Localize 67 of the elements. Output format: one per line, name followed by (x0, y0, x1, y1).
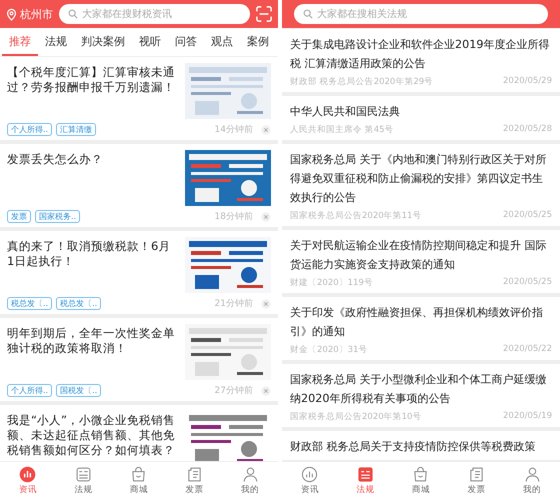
category-tab[interactable]: 法规 (38, 28, 74, 56)
nav-tab[interactable]: 法规 (74, 466, 92, 496)
publish-date: 2020/05/28 (503, 124, 552, 136)
tag[interactable]: 个人所得.. (7, 384, 52, 397)
publish-date: 2020/05/22 (503, 344, 552, 356)
document-number: 国家税务总局公告2020年第10号 (290, 411, 422, 423)
search-field[interactable]: 大家都在搜财税资讯 (59, 4, 250, 24)
regulation-item[interactable]: 关于对民航运输企业在疫情防控期间稳定和提升 国际货运能力实施资金支持政策的通知 财建〔2020〕119号 2020/05/25 (282, 230, 560, 293)
post-time: 27分钟前 (214, 384, 253, 397)
nav-tab[interactable]: 发票 (468, 466, 486, 496)
regulation-title: 关于对民航运输企业在疫情防控期间稳定和提升 国际货运能力实施资金支持政策的通知 (290, 238, 548, 273)
regulation-item[interactable]: 国家税务总局 关于《内地和澳门特别行政区关于对所得避免双重征税和防止偷漏税的安排》第四议定书生效执行的公告 国家税务总局公告2020年第11号 2020/05/25 (282, 144, 560, 226)
publish-date: 2020/05/25 (503, 210, 552, 222)
regulation-title: 关于集成电路设计企业和软件企业2019年度企业所得税 汇算清缴适用政策的公告 (290, 37, 550, 72)
category-tab[interactable]: 判决案例 (74, 28, 132, 56)
post-time: 18分钟前 (214, 210, 253, 223)
document-number: 财金〔2020〕31号 (290, 344, 368, 356)
regulation-title: 中华人民共和国民法典 (290, 104, 401, 120)
post-time: 21分钟前 (214, 298, 253, 310)
news-card[interactable]: 【个税年度汇算】汇算审核未通过？劳务报酬申报千万别遗漏！ 个人所得.. 汇算清缴 14分钟前 (0, 57, 278, 140)
publish-date: 2020/05/25 (503, 277, 552, 289)
regulation-item[interactable]: 关于集成电路设计企业和软件企业2019年度企业所得税 汇算清缴适用政策的公告 财政部 税务总局公告2020年第29号 2020/05/29 (282, 29, 560, 92)
regulation-title: 国家税务总局 关于《内地和澳门特别行政区关于对所得避免双重征税和防止偷漏税的安排》第四议定书生效执行的公告 (290, 152, 548, 206)
news-title: 发票丢失怎么办？ (7, 151, 104, 167)
news-card[interactable]: 明年到期后，全年一次性奖金单独计税的政策将取消！ 个人所得.. 国税发〔.. 27分钟前 (0, 318, 278, 401)
tag[interactable]: 税总发〔.. (56, 297, 102, 310)
nav-tab[interactable]: 资讯 (18, 466, 37, 496)
tag[interactable]: 个人所得.. (7, 123, 52, 136)
regulation-item[interactable]: 国家税务总局 关于小型微利企业和个体工商户延缓缴纳2020年所得税有关事项的公告 国家税务总局公告2020年第10号 2020/05/19 (282, 364, 560, 427)
news-title: 明年到期后，全年一次性奖金单独计税的政策将取消！ (7, 325, 176, 356)
nav-tab[interactable]: 我的 (241, 466, 260, 496)
news-card[interactable]: 发票丢失怎么办？ 发票 国家税务.. 18分钟前 (0, 144, 278, 227)
nav-tab[interactable]: 法规 (356, 466, 374, 496)
document-number: 人民共和国主席令 第45号 (290, 124, 394, 136)
news-title: 【个税年度汇算】汇算审核未通过？劳务报酬申报千万别遗漏！ (7, 64, 176, 95)
location-button[interactable]: 杭州市 (6, 6, 53, 22)
nav-tab[interactable]: 资讯 (300, 466, 319, 496)
category-tab[interactable]: 案例 (240, 28, 276, 56)
tag[interactable]: 发票 (7, 210, 31, 223)
tag[interactable]: 国税发〔.. (56, 384, 102, 397)
category-tab[interactable]: 问答 (168, 28, 204, 56)
regulation-title: 关于印发《政府性融资担保、再担保机构绩效评价指引》的通知 (290, 305, 544, 340)
tag[interactable]: 税总发〔.. (7, 297, 52, 310)
publish-date: 2020/05/29 (503, 76, 552, 88)
nav-tab[interactable]: 商城 (412, 466, 430, 496)
document-number: 财建〔2020〕119号 (290, 277, 373, 289)
regulation-item[interactable]: 关于印发《政府性融资担保、再担保机构绩效评价指引》的通知 财金〔2020〕31号 2020/05/22 (282, 297, 560, 360)
news-card[interactable]: 真的来了！取消预缴税款！6月1日起执行！ 税总发〔.. 税总发〔.. 21分钟前 (0, 231, 278, 314)
nav-tab[interactable]: 我的 (523, 466, 542, 496)
regulation-item[interactable]: 中华人民共和国民法典 人民共和国主席令 第45号 2020/05/28 (282, 96, 560, 140)
news-title: 我是“小人”，小微企业免税销售额、未达起征点销售额、其他免税销售额如何区分？如何填表？ (7, 412, 176, 458)
news-title: 真的来了！取消预缴税款！6月1日起执行！ (7, 238, 172, 269)
tag[interactable]: 汇算清缴 (56, 123, 96, 136)
document-number: 财政部 税务总局公告2020年第29号 (290, 76, 434, 88)
category-tab[interactable]: 观点 (204, 28, 240, 56)
nav-tab[interactable]: 商城 (130, 466, 148, 496)
post-time: 14分钟前 (214, 124, 253, 136)
tag[interactable]: 国家税务.. (35, 210, 80, 223)
regulation-item[interactable]: 财政部 税务总局关于支持疫情防控保供等税费政策 (282, 431, 560, 460)
document-number: 国家税务总局公告2020年第11号 (290, 210, 422, 222)
search-field[interactable]: 大家都在搜相关法规 (294, 4, 548, 24)
nav-tab[interactable]: 发票 (186, 466, 204, 496)
publish-date: 2020/05/19 (503, 411, 552, 423)
category-tab[interactable]: 视听 (132, 28, 168, 56)
regulation-title: 财政部 税务总局关于支持疫情防控保供等税费政策 (290, 439, 537, 455)
regulation-title: 国家税务总局 关于小型微利企业和个体工商户延缓缴纳2020年所得税有关事项的公告 (290, 372, 548, 407)
news-card[interactable]: 我是“小人”，小微企业免税销售额、未达起征点销售额、其他免税销售额如何区分？如何填表？ (0, 405, 278, 461)
